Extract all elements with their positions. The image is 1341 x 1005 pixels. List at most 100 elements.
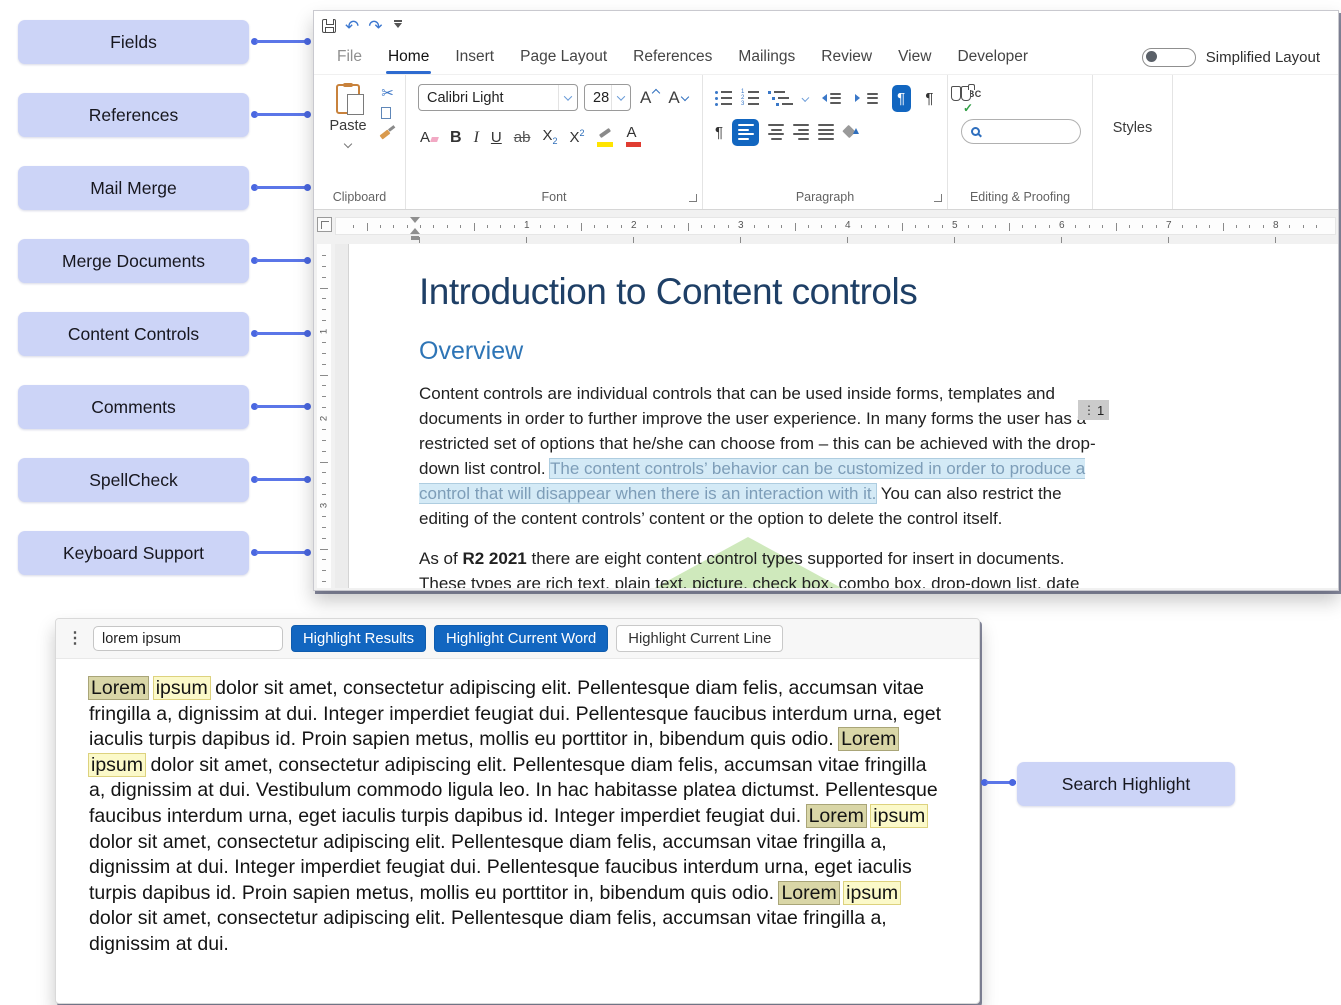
tab-stop-selector[interactable] — [317, 217, 332, 232]
paragraph-dialog-launcher-icon[interactable] — [934, 194, 942, 202]
spellcheck-icon[interactable]: ABC✓ — [961, 89, 1084, 113]
tab-references[interactable]: References — [620, 41, 725, 74]
ribbon-search-input[interactable] — [961, 119, 1081, 144]
ruler-tick — [367, 223, 368, 231]
tab-developer[interactable]: Developer — [944, 41, 1041, 74]
font-color-icon[interactable]: A — [627, 125, 637, 147]
show-formatting-marks-icon[interactable]: ¶ — [715, 124, 723, 141]
v-ruler[interactable]: 123 — [317, 244, 331, 588]
bold-text: R2 2021 — [462, 549, 526, 568]
justify-icon[interactable] — [818, 124, 834, 140]
subscript-icon[interactable]: X2 — [542, 128, 557, 147]
align-right-icon[interactable] — [793, 124, 809, 140]
text-highlight-icon[interactable] — [597, 130, 615, 147]
increase-indent-icon[interactable] — [855, 93, 883, 104]
callout-label: SpellCheck — [18, 458, 249, 502]
ruler-tick — [633, 237, 634, 243]
undo-icon[interactable]: ↶ — [345, 18, 359, 35]
ruler-tick — [322, 255, 326, 256]
paste-button[interactable]: Paste — [322, 84, 374, 185]
text-run: dolor sit amet, consectetur adipiscing e… — [89, 677, 941, 750]
ribbon-tabs: FileHomeInsertPage LayoutReferencesMaili… — [324, 41, 1041, 74]
ruler-number: 4 — [845, 220, 851, 231]
connector-dot — [304, 38, 311, 45]
button-highlight-current-word[interactable]: Highlight Current Word — [434, 625, 608, 652]
tab-mailings[interactable]: Mailings — [725, 41, 808, 74]
ruler-tick — [607, 225, 608, 228]
align-left-icon[interactable] — [732, 119, 759, 146]
tab-page-layout[interactable]: Page Layout — [507, 41, 620, 74]
multilevel-list-icon[interactable] — [768, 91, 793, 106]
connector-line — [256, 186, 306, 189]
underline-icon[interactable]: U — [491, 130, 502, 147]
numbered-list-icon[interactable]: 123 — [741, 91, 759, 106]
document-area: 12345678 123 Introduction to Content con… — [314, 210, 1338, 590]
connector-line — [256, 405, 306, 408]
drag-handle-icon[interactable]: ⋮ — [65, 631, 85, 647]
redo-icon[interactable]: ↷ — [368, 18, 382, 35]
font-size-select[interactable]: 28 — [584, 84, 631, 111]
customize-qat-icon[interactable] — [394, 20, 402, 32]
h-ruler[interactable]: 12345678 — [335, 217, 1336, 235]
ltr-paragraph-icon[interactable]: ¶ — [892, 85, 911, 112]
indent-markers[interactable] — [410, 217, 420, 237]
tab-file[interactable]: File — [324, 41, 375, 74]
paste-dropdown-icon[interactable] — [344, 140, 352, 148]
ruler-tick — [1009, 223, 1010, 231]
font-size-dropdown-icon[interactable] — [611, 85, 630, 110]
font-family-select[interactable]: Calibri Light — [418, 84, 578, 111]
shrink-font-icon[interactable]: A — [668, 88, 687, 108]
tab-review[interactable]: Review — [808, 41, 885, 74]
ruler-tick — [647, 225, 648, 228]
ruler-tick — [915, 225, 916, 228]
italic-icon[interactable]: I — [474, 129, 479, 147]
bold-icon[interactable]: B — [450, 129, 462, 147]
strikethrough-icon[interactable]: ab — [514, 130, 531, 147]
connector-dot — [304, 403, 311, 410]
button-highlight-results[interactable]: Highlight Results — [291, 625, 426, 652]
tab-insert[interactable]: Insert — [442, 41, 507, 74]
clipboard-group: Paste ✂ Clipboard — [314, 75, 406, 209]
ruler-tick — [393, 225, 394, 228]
tab-view[interactable]: View — [885, 41, 944, 74]
ruler-tick — [322, 407, 326, 408]
bullet-list-icon[interactable] — [715, 91, 732, 106]
paste-label: Paste — [329, 118, 366, 134]
align-center-icon[interactable] — [768, 124, 784, 140]
ribbon: Paste ✂ Clipboard Calibri Light 28 — [314, 74, 1338, 210]
clipboard-tools: ✂ — [380, 84, 395, 185]
ruler-tick — [322, 353, 326, 354]
font-family-dropdown-icon[interactable] — [558, 85, 577, 110]
simplified-layout-label: Simplified Layout — [1206, 49, 1320, 66]
list-options-dropdown-icon[interactable] — [802, 94, 809, 101]
callout-comments: Comments — [18, 385, 314, 429]
decrease-indent-icon[interactable] — [818, 93, 846, 104]
document-page[interactable]: Introduction to Content controls Overvie… — [348, 244, 1338, 588]
grow-font-icon[interactable]: A — [640, 88, 659, 108]
superscript-icon[interactable]: X2 — [569, 129, 584, 147]
callout-merge-documents: Merge Documents — [18, 239, 314, 283]
clear-formatting-icon[interactable]: A — [420, 130, 438, 147]
search-input[interactable] — [93, 626, 283, 651]
connector-dot — [1009, 779, 1016, 786]
ruler-tick — [594, 225, 595, 228]
editing-group-label: Editing & Proofing — [948, 190, 1092, 204]
font-dialog-launcher-icon[interactable] — [689, 194, 697, 202]
shading-icon[interactable] — [843, 125, 859, 140]
save-icon[interactable] — [322, 19, 336, 33]
tab-home[interactable]: Home — [375, 41, 442, 74]
ruler-tick — [942, 225, 943, 228]
search-text[interactable]: Lorem ipsum dolor sit amet, consectetur … — [56, 659, 979, 958]
ruler-tick — [982, 225, 983, 228]
styles-group[interactable]: Styles — [1093, 75, 1173, 209]
ruler-tick — [621, 225, 622, 228]
simplified-layout-toggle[interactable] — [1142, 48, 1196, 67]
comment-badge[interactable]: ⋮ 1 — [1078, 400, 1109, 420]
rtl-paragraph-icon[interactable]: ¶ — [920, 85, 939, 112]
callout-content-controls: Content Controls — [18, 312, 314, 356]
document-section-heading: Overview — [419, 337, 1338, 366]
cut-icon[interactable]: ✂ — [381, 86, 394, 101]
copy-icon[interactable] — [381, 107, 391, 119]
format-painter-icon[interactable] — [380, 125, 395, 139]
button-highlight-current-line[interactable]: Highlight Current Line — [616, 625, 783, 652]
